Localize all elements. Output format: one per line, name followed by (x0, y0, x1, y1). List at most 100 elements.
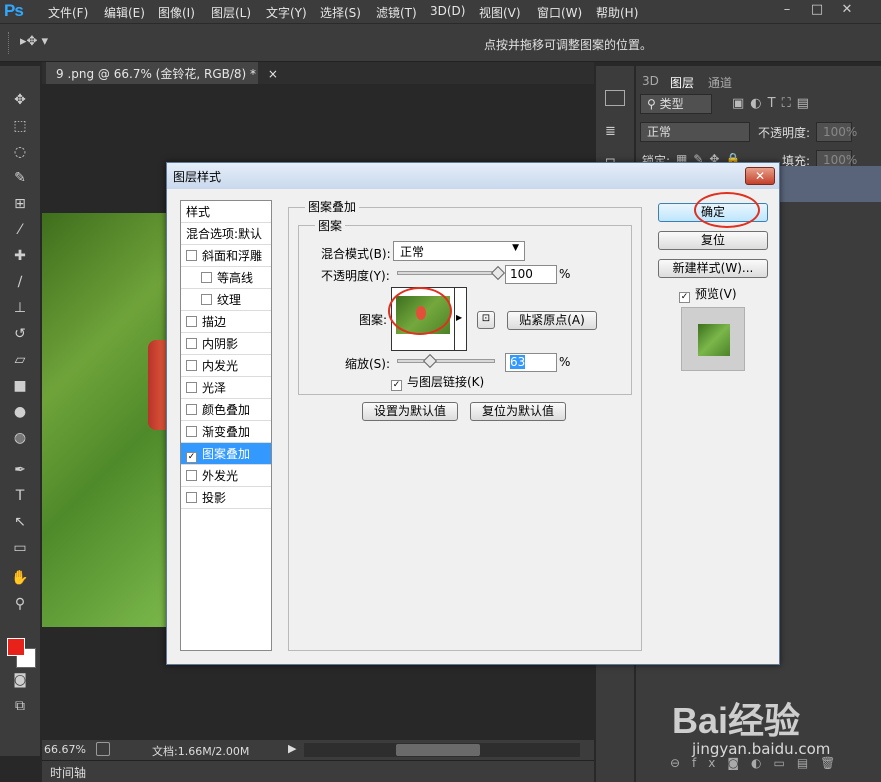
path-selection-tool-icon[interactable]: ↖ (9, 512, 31, 532)
style-list-item[interactable]: 投影 (181, 487, 271, 509)
style-list-item[interactable]: 纹理 (181, 289, 271, 311)
menu-layer[interactable]: 图层(L) (211, 4, 251, 21)
new-style-button[interactable]: 新建样式(W)... (658, 259, 768, 278)
dodge-tool-icon[interactable]: ◍ (9, 428, 31, 448)
eraser-tool-icon[interactable]: ▱ (9, 350, 31, 370)
preview-row[interactable]: ✓ 预览(V) (679, 285, 737, 303)
layer-footer-icons[interactable]: ⊖fx◙◐▭▤🗑 (670, 756, 847, 770)
reset-button[interactable]: 复位 (658, 231, 768, 250)
reset-default-button[interactable]: 复位为默认值 (470, 402, 566, 421)
style-checkbox[interactable] (186, 360, 197, 371)
crop-tool-icon[interactable]: ⊞ (9, 194, 31, 214)
make-default-button[interactable]: 设置为默认值 (362, 402, 458, 421)
style-list-item[interactable]: 等高线 (181, 267, 271, 289)
menu-view[interactable]: 视图(V) (479, 4, 521, 21)
timeline-label[interactable]: 时间轴 (50, 764, 86, 781)
horizontal-scrollbar[interactable] (304, 743, 580, 757)
style-checkbox[interactable] (186, 404, 197, 415)
move-tool-icon[interactable]: ✥ (9, 90, 31, 110)
layer-filter-select[interactable]: ⚲ 类型 (640, 94, 712, 114)
pen-tool-icon[interactable]: ✒ (9, 460, 31, 480)
clone-stamp-tool-icon[interactable]: ⊥ (9, 298, 31, 318)
style-list-item[interactable]: 外发光 (181, 465, 271, 487)
link-with-layer-row[interactable]: ✓ 与图层链接(K) (391, 373, 484, 391)
style-list-item[interactable]: 渐变叠加 (181, 421, 271, 443)
quick-select-tool-icon[interactable]: ✎ (9, 168, 31, 188)
marquee-tool-icon[interactable]: ⬚ (9, 116, 31, 136)
style-checkbox[interactable] (186, 382, 197, 393)
style-checkbox[interactable] (186, 250, 197, 261)
style-list-item[interactable]: 样式 (181, 201, 271, 223)
style-list-item[interactable]: 描边 (181, 311, 271, 333)
tab-3d[interactable]: 3D (642, 74, 659, 88)
history-icon[interactable]: ≣ (605, 124, 625, 140)
blur-tool-icon[interactable]: ● (9, 402, 31, 422)
style-checkbox[interactable]: ✓ (186, 452, 197, 463)
style-checkbox[interactable] (186, 338, 197, 349)
snap-origin-button[interactable]: 贴紧原点(A) (507, 311, 597, 330)
gradient-tool-icon[interactable]: ■ (9, 376, 31, 396)
preview-checkbox[interactable]: ✓ (679, 292, 690, 303)
menu-file[interactable]: 文件(F) (48, 4, 88, 21)
pattern-dropdown-arrow-icon[interactable]: ▶ (456, 313, 462, 322)
foreground-color-swatch[interactable] (7, 638, 25, 656)
style-list-item[interactable]: 混合选项:默认 (181, 223, 271, 245)
zoom-level[interactable]: 66.67% (44, 743, 86, 756)
history-brush-tool-icon[interactable]: ↺ (9, 324, 31, 344)
maximize-icon[interactable]: □ (806, 1, 828, 21)
blend-mode-select[interactable]: 正常 (640, 122, 750, 142)
style-list-item[interactable]: 光泽 (181, 377, 271, 399)
new-preset-icon[interactable]: ⊡ (477, 311, 495, 329)
style-list-item[interactable]: ✓ 图案叠加 (181, 443, 271, 465)
document-tab[interactable]: 9 .png @ 66.7% (金铃花, RGB/8) * × (46, 62, 278, 84)
menu-window[interactable]: 窗口(W) (537, 4, 582, 21)
opacity-input[interactable]: 100 (505, 265, 557, 284)
rectangle-tool-icon[interactable]: ▭ (9, 538, 31, 558)
filter-icons[interactable]: ▣◐T⛶▤ (732, 96, 815, 111)
type-tool-icon[interactable]: T (9, 486, 31, 506)
opacity-slider[interactable] (397, 271, 499, 275)
style-list-item[interactable]: 内发光 (181, 355, 271, 377)
style-checkbox[interactable] (186, 470, 197, 481)
minimize-icon[interactable]: – (776, 1, 798, 21)
style-checkbox[interactable] (186, 426, 197, 437)
share-icon[interactable] (96, 742, 110, 756)
tab-close-icon[interactable]: × (268, 67, 278, 81)
style-checkbox[interactable] (201, 294, 212, 305)
menu-filter[interactable]: 滤镜(T) (376, 4, 417, 21)
opacity-field[interactable]: 100% (816, 122, 857, 142)
style-list-item[interactable]: 颜色叠加 (181, 399, 271, 421)
path-select-tool-icon[interactable]: ▸✥ ▾ (20, 34, 48, 49)
style-list-item[interactable]: 斜面和浮雕 (181, 245, 271, 267)
screen-mode-icon[interactable]: ⧉ (9, 696, 31, 716)
quick-mask-icon[interactable]: ◙ (9, 670, 31, 690)
dialog-close-icon[interactable]: ✕ (745, 167, 775, 185)
menu-3d[interactable]: 3D(D) (430, 4, 465, 18)
zoom-tool-icon[interactable]: ⚲ (9, 594, 31, 614)
menu-help[interactable]: 帮助(H) (596, 4, 638, 21)
style-checkbox[interactable] (201, 272, 212, 283)
scale-slider[interactable] (397, 359, 495, 363)
brush-tool-icon[interactable]: ∕ (9, 272, 31, 292)
tab-layers[interactable]: 图层 (670, 74, 694, 91)
menu-select[interactable]: 选择(S) (320, 4, 361, 21)
style-list-item[interactable]: 内阴影 (181, 333, 271, 355)
style-list-label: 描边 (202, 315, 227, 329)
tab-channels[interactable]: 通道 (708, 74, 732, 91)
scale-input[interactable]: 63 (505, 353, 557, 372)
menu-type[interactable]: 文字(Y) (266, 4, 307, 21)
histogram-icon[interactable] (605, 90, 625, 106)
close-icon[interactable]: ✕ (836, 1, 858, 21)
style-checkbox[interactable] (186, 316, 197, 327)
menu-image[interactable]: 图像(I) (158, 4, 195, 21)
menu-edit[interactable]: 编辑(E) (104, 4, 145, 21)
status-menu-arrow-icon[interactable]: ▶ (288, 742, 296, 755)
eyedropper-tool-icon[interactable]: ⁄ (9, 220, 31, 240)
link-checkbox[interactable]: ✓ (391, 380, 402, 391)
lasso-tool-icon[interactable]: ◌ (9, 142, 31, 162)
healing-brush-tool-icon[interactable]: ✚ (9, 246, 31, 266)
style-checkbox[interactable] (186, 492, 197, 503)
hand-tool-icon[interactable]: ✋ (9, 568, 31, 588)
scrollbar-thumb[interactable] (396, 744, 480, 756)
dialog-blend-mode-select[interactable]: 正常 ▼ (393, 241, 525, 261)
